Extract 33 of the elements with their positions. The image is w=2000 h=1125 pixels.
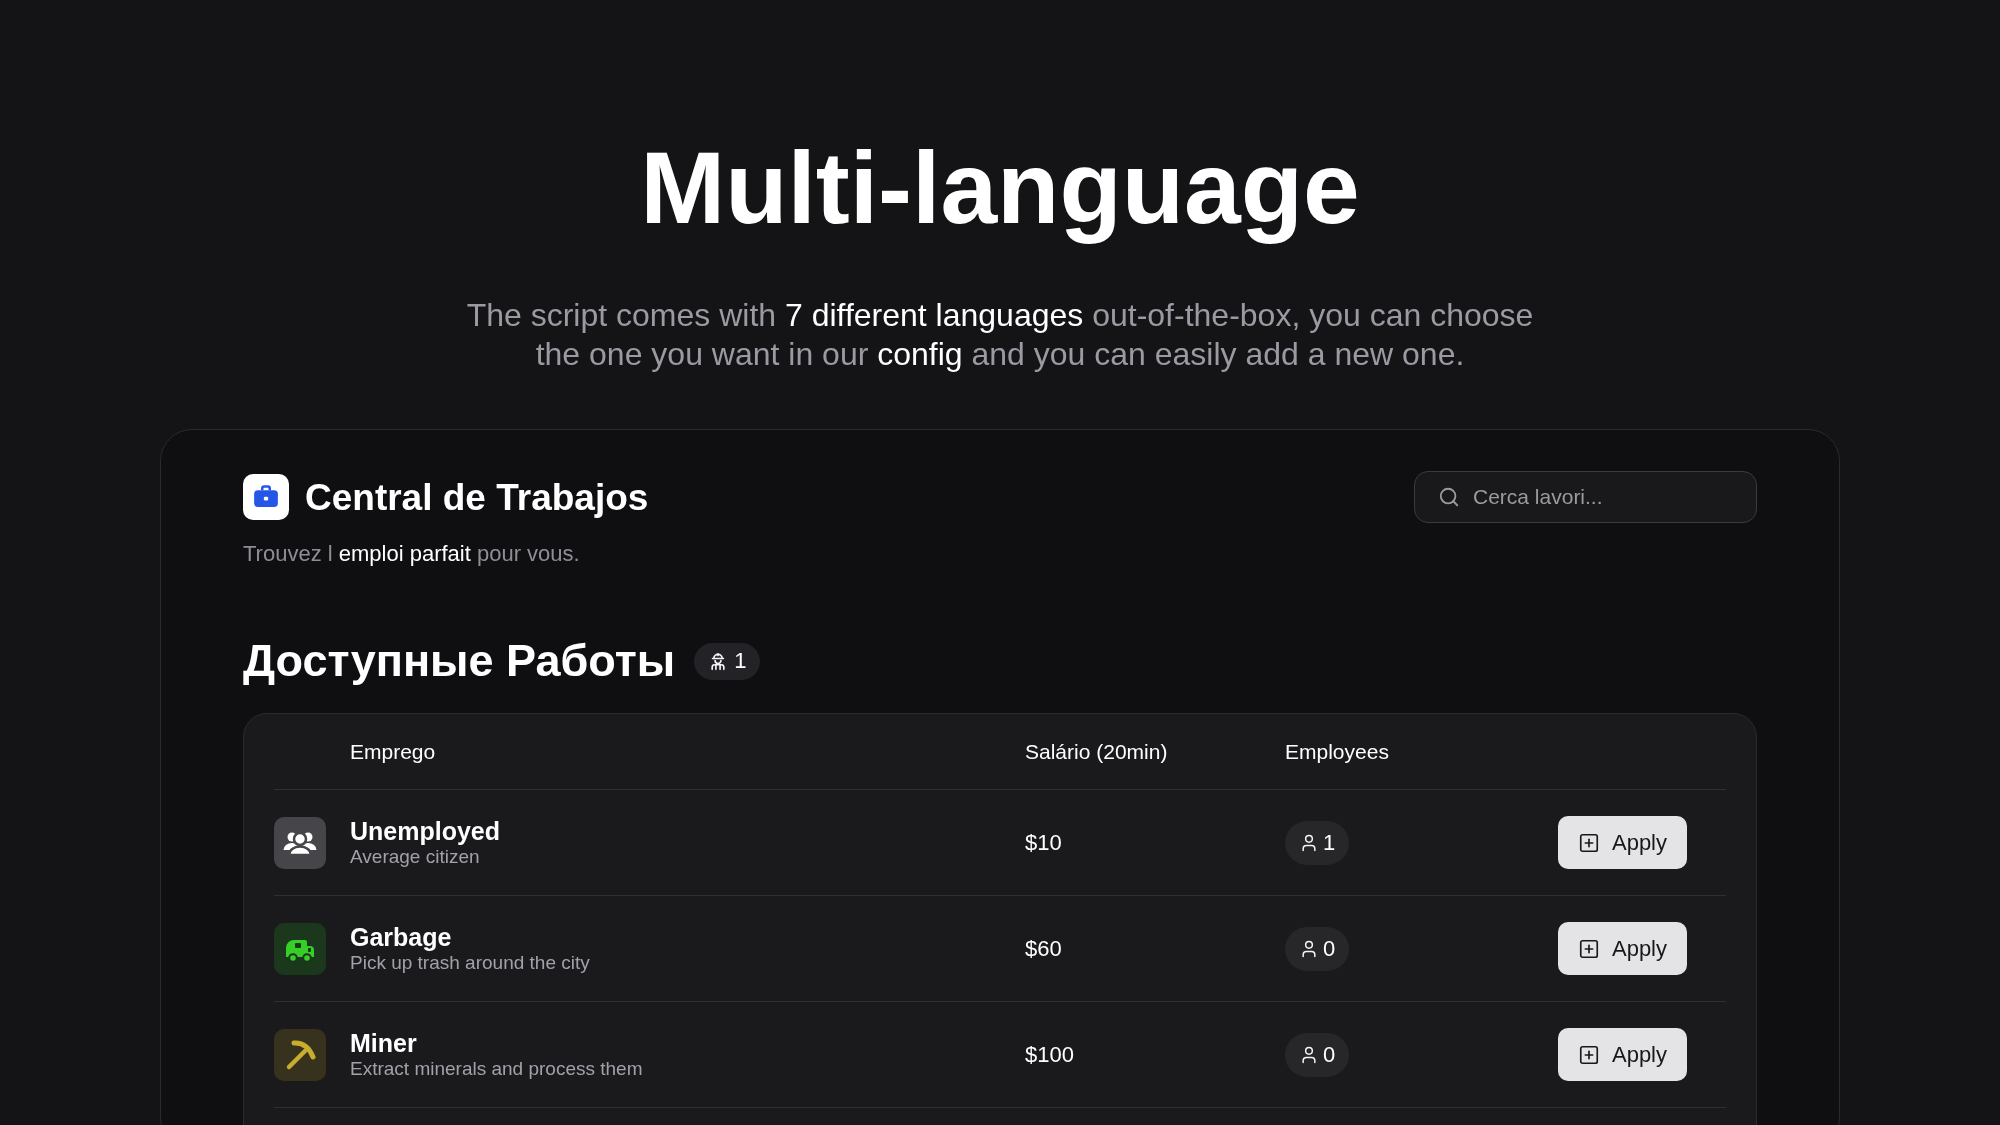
apply-button[interactable]: Apply — [1558, 816, 1687, 870]
column-header: Employees — [1285, 739, 1390, 766]
job-name: Unemployed — [350, 816, 501, 845]
search-field[interactable]: Cerca lavori... — [1414, 471, 1757, 524]
person-icon — [1299, 1044, 1319, 1065]
briefcase-icon — [243, 474, 289, 521]
jobs-heading: Доступные Работы — [243, 635, 676, 688]
job-name: Miner — [350, 1028, 418, 1057]
employee-count: 0 — [1323, 937, 1336, 960]
page-subtitle: The script comes with 7 different languages out-of-the-box, you can choose the one you want in our config and you can easily add a new one. — [465, 296, 1535, 375]
job-salary: $100 — [1025, 1041, 1075, 1070]
employee-count: 1 — [1323, 831, 1336, 854]
apply-button[interactable]: Apply — [1558, 1028, 1687, 1082]
person-icon — [1299, 938, 1319, 959]
job-salary: $60 — [1025, 935, 1063, 964]
app-title: Central de Trabajos — [305, 478, 649, 516]
job-description: Extract minerals and process them — [350, 1056, 643, 1081]
app-tagline: Trouvez l emploi parfait pour vous. — [243, 540, 581, 569]
job-count: 1 — [734, 650, 747, 673]
plus-square-icon — [1577, 1043, 1600, 1066]
plus-square-icon — [1577, 831, 1600, 854]
job-description: Average citizen — [350, 845, 481, 869]
job-description: Pick up trash around the city — [350, 951, 590, 975]
search-icon — [1438, 486, 1460, 509]
apply-button[interactable]: Apply — [1558, 922, 1687, 976]
page-title: Multi-language — [640, 130, 1360, 247]
column-header: Salário (20min) — [1025, 739, 1169, 766]
person-icon — [1299, 832, 1319, 853]
plus-square-icon — [1577, 937, 1600, 960]
job-name: Garbage — [350, 922, 453, 951]
employee-count: 0 — [1323, 1043, 1336, 1066]
job-salary: $10 — [1025, 829, 1063, 858]
column-header: Emprego — [349, 739, 437, 766]
